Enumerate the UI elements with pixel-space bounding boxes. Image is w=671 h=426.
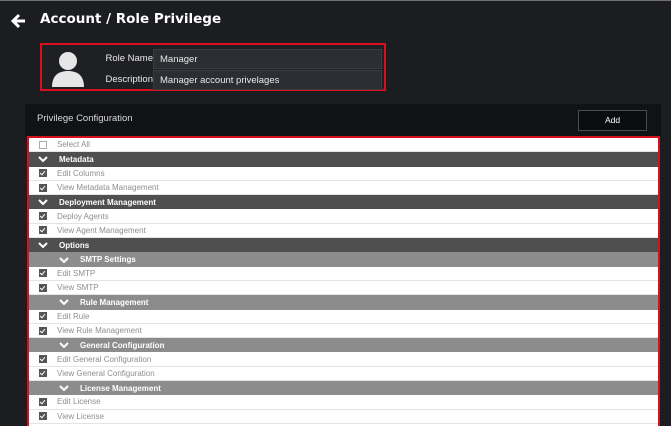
chevron-down-icon[interactable] bbox=[59, 384, 69, 392]
privilege-config-header: Privilege Configuration Add bbox=[25, 104, 661, 136]
privilege-label: View Agent Management bbox=[57, 225, 146, 235]
privilege-row-view-metadata[interactable]: View Metadata Management bbox=[29, 180, 658, 196]
checkbox[interactable] bbox=[39, 312, 47, 321]
checkbox[interactable] bbox=[39, 397, 47, 406]
privilege-label: View Rule Management bbox=[57, 326, 142, 335]
privilege-row-edit-rule[interactable]: Edit Rule bbox=[29, 309, 658, 324]
subgroup-label: General Configuration bbox=[80, 340, 165, 350]
role-name-row: Role Name Manager bbox=[42, 49, 388, 69]
privilege-config-title: Privilege Configuration bbox=[37, 113, 133, 124]
checkbox[interactable] bbox=[39, 283, 47, 292]
group-label: Deployment Management bbox=[59, 197, 156, 207]
page-title: Account / Role Privilege bbox=[40, 11, 222, 27]
role-name-label: Role Name bbox=[105, 53, 153, 64]
privilege-row-view-agent[interactable]: View Agent Management bbox=[29, 223, 658, 239]
privilege-label: Deploy Agents bbox=[57, 211, 109, 221]
subgroup-label: Rule Management bbox=[80, 297, 149, 307]
privilege-label: Edit SMTP bbox=[57, 268, 96, 278]
group-label: Options bbox=[59, 240, 90, 250]
group-options[interactable]: Options bbox=[29, 238, 658, 253]
checkbox[interactable] bbox=[39, 212, 47, 221]
privilege-tree: Select All Metadata Edit Columns View Me… bbox=[27, 136, 660, 426]
chevron-down-icon[interactable] bbox=[38, 155, 48, 163]
subgroup-rule[interactable]: Rule Management bbox=[29, 295, 658, 310]
add-button[interactable]: Add bbox=[578, 110, 647, 131]
group-deployment[interactable]: Deployment Management bbox=[29, 195, 658, 210]
privilege-row-deploy-agents[interactable]: Deploy Agents bbox=[29, 209, 658, 224]
privilege-label: Edit General Configuration bbox=[57, 354, 152, 364]
checkbox[interactable] bbox=[39, 183, 47, 192]
privilege-row-edit-license[interactable]: Edit License bbox=[29, 395, 658, 410]
chevron-down-icon[interactable] bbox=[59, 341, 69, 349]
checkbox[interactable] bbox=[39, 412, 47, 421]
checkbox[interactable] bbox=[39, 169, 47, 178]
subgroup-license[interactable]: License Management bbox=[29, 381, 658, 396]
role-details-panel: Role Name Manager Description Manager ac… bbox=[40, 43, 386, 91]
subgroup-smtp[interactable]: SMTP Settings bbox=[29, 252, 658, 267]
privilege-label: View SMTP bbox=[57, 283, 99, 293]
privilege-row-edit-columns[interactable]: Edit Columns bbox=[29, 166, 658, 181]
subgroup-label: License Management bbox=[80, 383, 161, 393]
chevron-down-icon[interactable] bbox=[59, 256, 69, 264]
chevron-down-icon[interactable] bbox=[38, 198, 48, 206]
privilege-row-edit-smtp[interactable]: Edit SMTP bbox=[29, 266, 658, 281]
privilege-row-view-general[interactable]: View General Configuration bbox=[29, 366, 658, 382]
select-all-row[interactable]: Select All bbox=[29, 138, 658, 153]
select-all-checkbox[interactable] bbox=[39, 140, 47, 149]
privilege-row-edit-general[interactable]: Edit General Configuration bbox=[29, 352, 658, 367]
privilege-row-view-smtp[interactable]: View SMTP bbox=[29, 280, 658, 296]
select-all-label: Select All bbox=[57, 140, 90, 150]
page-header: Account / Role Privilege bbox=[0, 0, 671, 40]
checkbox[interactable] bbox=[39, 226, 47, 235]
group-metadata[interactable]: Metadata bbox=[29, 152, 658, 167]
privilege-label: Edit Rule bbox=[57, 311, 90, 321]
privilege-label: Edit License bbox=[57, 397, 101, 407]
checkbox[interactable] bbox=[39, 326, 47, 335]
privilege-row-view-rule[interactable]: View Rule Management bbox=[29, 323, 658, 339]
role-name-input[interactable]: Manager bbox=[153, 49, 382, 69]
checkbox[interactable] bbox=[39, 355, 47, 364]
description-row: Description Manager account privelages bbox=[42, 70, 388, 90]
privilege-label: View General Configuration bbox=[57, 368, 155, 378]
subgroup-label: SMTP Settings bbox=[80, 255, 136, 265]
chevron-down-icon[interactable] bbox=[38, 241, 48, 249]
privilege-label: Edit Columns bbox=[57, 168, 105, 178]
privilege-label: View License bbox=[57, 411, 104, 421]
back-arrow-icon[interactable] bbox=[11, 13, 27, 29]
group-label: Metadata bbox=[59, 154, 94, 164]
chevron-down-icon[interactable] bbox=[59, 298, 69, 306]
description-label: Description bbox=[105, 74, 153, 85]
privilege-label: View Metadata Management bbox=[57, 183, 159, 193]
checkbox[interactable] bbox=[39, 369, 47, 378]
subgroup-general[interactable]: General Configuration bbox=[29, 338, 658, 353]
description-input[interactable]: Manager account privelages bbox=[153, 70, 382, 90]
checkbox[interactable] bbox=[39, 269, 47, 278]
